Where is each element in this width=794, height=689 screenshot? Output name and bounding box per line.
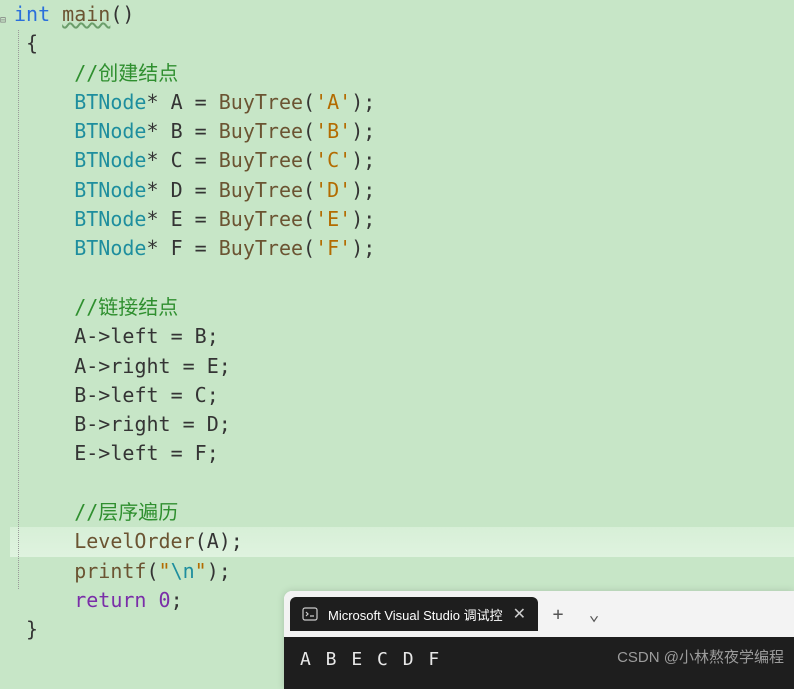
code-line xyxy=(10,264,794,293)
code-line: B->left = C; xyxy=(10,381,794,410)
watermark-text: CSDN @小林熬夜学编程 xyxy=(617,646,784,667)
code-line xyxy=(10,469,794,498)
code-editor[interactable]: ⊟ int main() { //创建结点 BTNode* A = BuyTre… xyxy=(0,0,794,645)
code-line: B->right = D; xyxy=(10,410,794,439)
code-line: A->left = B; xyxy=(10,322,794,351)
code-line: BTNode* A = BuyTree('A'); xyxy=(10,88,794,117)
terminal-window[interactable]: Microsoft Visual Studio 调试控 ✕ + ⌄ A B E … xyxy=(284,591,794,689)
code-line: BTNode* E = BuyTree('E'); xyxy=(10,205,794,234)
code-line: //创建结点 xyxy=(10,59,794,88)
code-line: printf("\n"); xyxy=(10,557,794,586)
terminal-tab[interactable]: Microsoft Visual Studio 调试控 ✕ xyxy=(290,597,538,631)
code-line: //链接结点 xyxy=(10,293,794,322)
code-line: //层序遍历 xyxy=(10,498,794,527)
code-line: BTNode* B = BuyTree('B'); xyxy=(10,117,794,146)
tab-dropdown-button[interactable]: ⌄ xyxy=(578,598,610,630)
new-tab-button[interactable]: + xyxy=(542,598,574,630)
code-line: E->left = F; xyxy=(10,439,794,468)
close-icon[interactable]: ✕ xyxy=(513,604,526,624)
indent-guide xyxy=(18,30,19,589)
code-line: { xyxy=(10,29,794,58)
code-line: BTNode* F = BuyTree('F'); xyxy=(10,234,794,263)
fold-icon[interactable]: ⊟ xyxy=(0,6,10,16)
current-line: LevelOrder(A); xyxy=(10,527,794,556)
code-line: A->right = E; xyxy=(10,352,794,381)
terminal-icon xyxy=(302,606,318,622)
code-line: BTNode* D = BuyTree('D'); xyxy=(10,176,794,205)
code-line: BTNode* C = BuyTree('C'); xyxy=(10,146,794,175)
tab-bar: Microsoft Visual Studio 调试控 ✕ + ⌄ xyxy=(284,591,794,637)
code-line: int main() xyxy=(10,0,794,29)
tab-title: Microsoft Visual Studio 调试控 xyxy=(328,605,503,624)
